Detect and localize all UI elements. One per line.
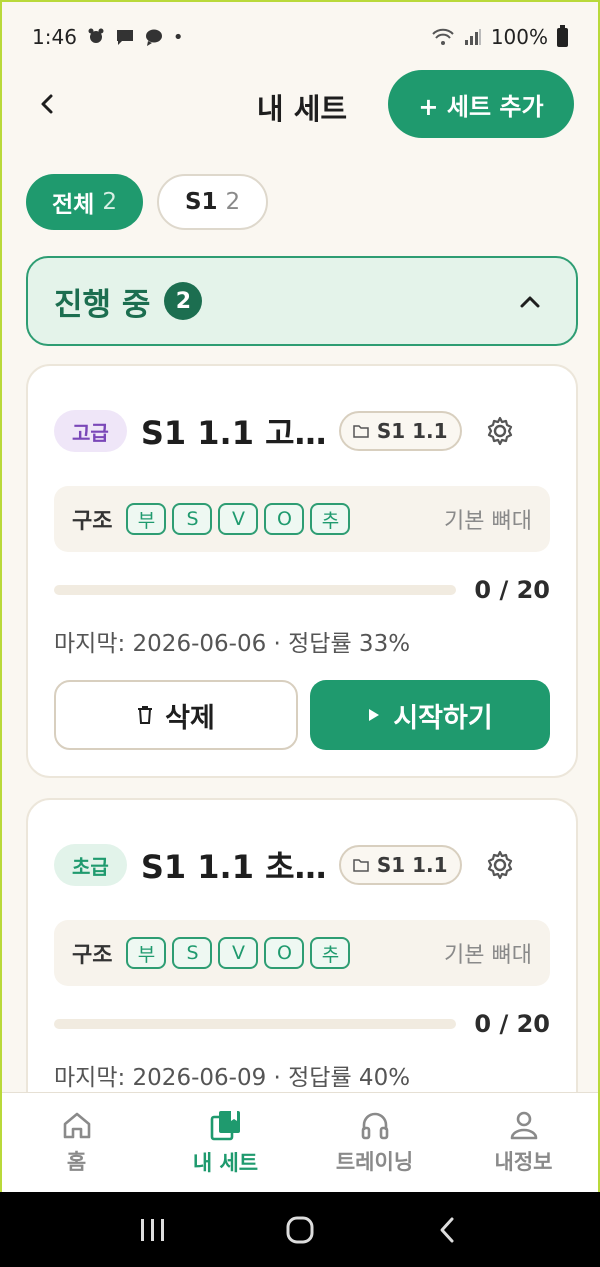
filter-chip-s1[interactable]: S1 2 [156, 174, 269, 230]
set-title: S1 1.1 초… [140, 848, 327, 886]
system-back-button[interactable] [422, 1205, 472, 1255]
signal-icon [464, 29, 481, 45]
back-arrow-icon [440, 1217, 454, 1242]
recent-apps-icon [141, 1218, 165, 1241]
nav-label: 트레이닝 [335, 1149, 414, 1174]
filter-chip-label: S1 [184, 189, 218, 215]
add-set-label: + 세트 추가 [418, 92, 544, 121]
structure-tag: O [264, 503, 305, 535]
message-icon [116, 30, 133, 45]
chat-icon [145, 29, 162, 46]
structure-box: 구조 부 S V O 추 기본 뼈대 [54, 920, 550, 986]
progress-bar [54, 585, 457, 595]
in-progress-section-header[interactable]: 진행 중 2 [26, 256, 578, 346]
structure-tag: 추 [310, 503, 351, 535]
card-actions: 삭제 시작하기 [54, 680, 550, 750]
progress-text: 0 / 20 [474, 1010, 550, 1038]
structure-label: 구조 [72, 509, 113, 534]
notification-icon [88, 28, 104, 43]
progress-row: 0 / 20 [54, 1006, 550, 1042]
status-time: 1:46 [32, 25, 77, 49]
gear-icon [487, 850, 512, 880]
progress-bar [54, 1019, 457, 1029]
delete-button[interactable]: 삭제 [54, 680, 298, 750]
filter-chip-all[interactable]: 전체 2 [26, 174, 143, 230]
home-icon [63, 1112, 90, 1138]
nav-label: 내정보 [494, 1149, 553, 1174]
set-card[interactable]: 초급 S1 1.1 초… S1 1.1 구조 부 S V O 추 기본 뼈대 0… [26, 798, 578, 1138]
folder-name: S1 1.1 [376, 419, 448, 443]
wifi-icon [432, 28, 454, 45]
headphones-icon [361, 1112, 388, 1139]
level-badge: 초급 [54, 844, 127, 886]
structure-tags: 부 S V O 추 [126, 937, 351, 969]
delete-label: 삭제 [165, 702, 215, 734]
structure-label: 구조 [72, 943, 113, 968]
bottom-nav: 홈 내 세트 트레이닝 내정보 [2, 1092, 598, 1192]
set-meta: 마지막: 2026-06-09 · 정답률 40% [54, 1065, 411, 1091]
level-badge: 고급 [54, 410, 127, 452]
section-count-badge: 2 [164, 282, 203, 320]
set-card[interactable]: 고급 S1 1.1 고… S1 1.1 구조 부 S V O 추 기본 뼈대 0… [26, 364, 578, 778]
structure-description: 기본 뼈대 [444, 509, 532, 534]
structure-description: 기본 뼈대 [444, 943, 532, 968]
folder-icon [353, 425, 369, 438]
nav-label: 내 세트 [192, 1150, 259, 1175]
trash-icon [138, 706, 153, 724]
system-nav-bar [0, 1192, 600, 1267]
person-icon [510, 1111, 537, 1139]
section-title: 진행 중 [54, 286, 151, 323]
start-button[interactable]: 시작하기 [310, 680, 550, 750]
start-label: 시작하기 [393, 702, 493, 734]
nav-item-training[interactable]: 트레이닝 [300, 1093, 449, 1192]
structure-tag: 추 [310, 937, 351, 969]
page-title-text: 내 세트 [256, 92, 348, 126]
structure-tag: V [218, 937, 259, 969]
nav-label: 홈 [66, 1149, 87, 1174]
filter-chip-label: 전체 [52, 192, 95, 218]
structure-tag: 부 [126, 503, 167, 535]
add-set-button[interactable]: + 세트 추가 [388, 70, 574, 138]
progress-row: 0 / 20 [54, 572, 550, 608]
play-icon [369, 709, 380, 721]
filter-chip-count: 2 [102, 189, 117, 215]
nav-item-profile[interactable]: 내정보 [449, 1093, 598, 1192]
sets-icon [210, 1110, 240, 1140]
battery-icon [557, 24, 568, 47]
folder-chip[interactable]: S1 1.1 [338, 845, 462, 885]
home-button[interactable] [275, 1205, 325, 1255]
home-circle-icon [286, 1216, 314, 1243]
folder-name: S1 1.1 [376, 853, 448, 877]
progress-text: 0 / 20 [474, 576, 550, 604]
filter-chips: 전체 2 S1 2 [26, 174, 269, 230]
more-notifications-icon: • [172, 26, 184, 48]
set-meta: 마지막: 2026-06-06 · 정답률 33% [54, 631, 411, 657]
nav-item-home[interactable]: 홈 [2, 1093, 151, 1192]
structure-tag: 부 [126, 937, 167, 969]
folder-icon [353, 859, 369, 872]
chevron-up-icon [520, 296, 540, 308]
app-header: 내 세트 + 세트 추가 [2, 70, 598, 140]
nav-item-my-sets[interactable]: 내 세트 [151, 1093, 300, 1192]
set-settings-button[interactable] [482, 847, 518, 883]
structure-tag: O [264, 937, 305, 969]
status-bar: 1:46 • 100% [2, 2, 598, 72]
gear-icon [487, 416, 512, 446]
folder-chip[interactable]: S1 1.1 [338, 411, 462, 451]
structure-tag: S [172, 503, 213, 535]
structure-tags: 부 S V O 추 [126, 503, 351, 535]
structure-box: 구조 부 S V O 추 기본 뼈대 [54, 486, 550, 552]
recent-apps-button[interactable] [128, 1205, 178, 1255]
structure-tag: V [218, 503, 259, 535]
collapse-button[interactable] [512, 284, 548, 320]
set-settings-button[interactable] [482, 413, 518, 449]
battery-percent: 100% [490, 25, 548, 49]
app-screen: 1:46 • 100% 내 세트 + 세트 추가 전체 2 S1 2 진행 중 … [0, 0, 600, 1192]
filter-chip-count: 2 [225, 189, 241, 215]
structure-tag: S [172, 937, 213, 969]
set-title: S1 1.1 고… [140, 414, 327, 452]
